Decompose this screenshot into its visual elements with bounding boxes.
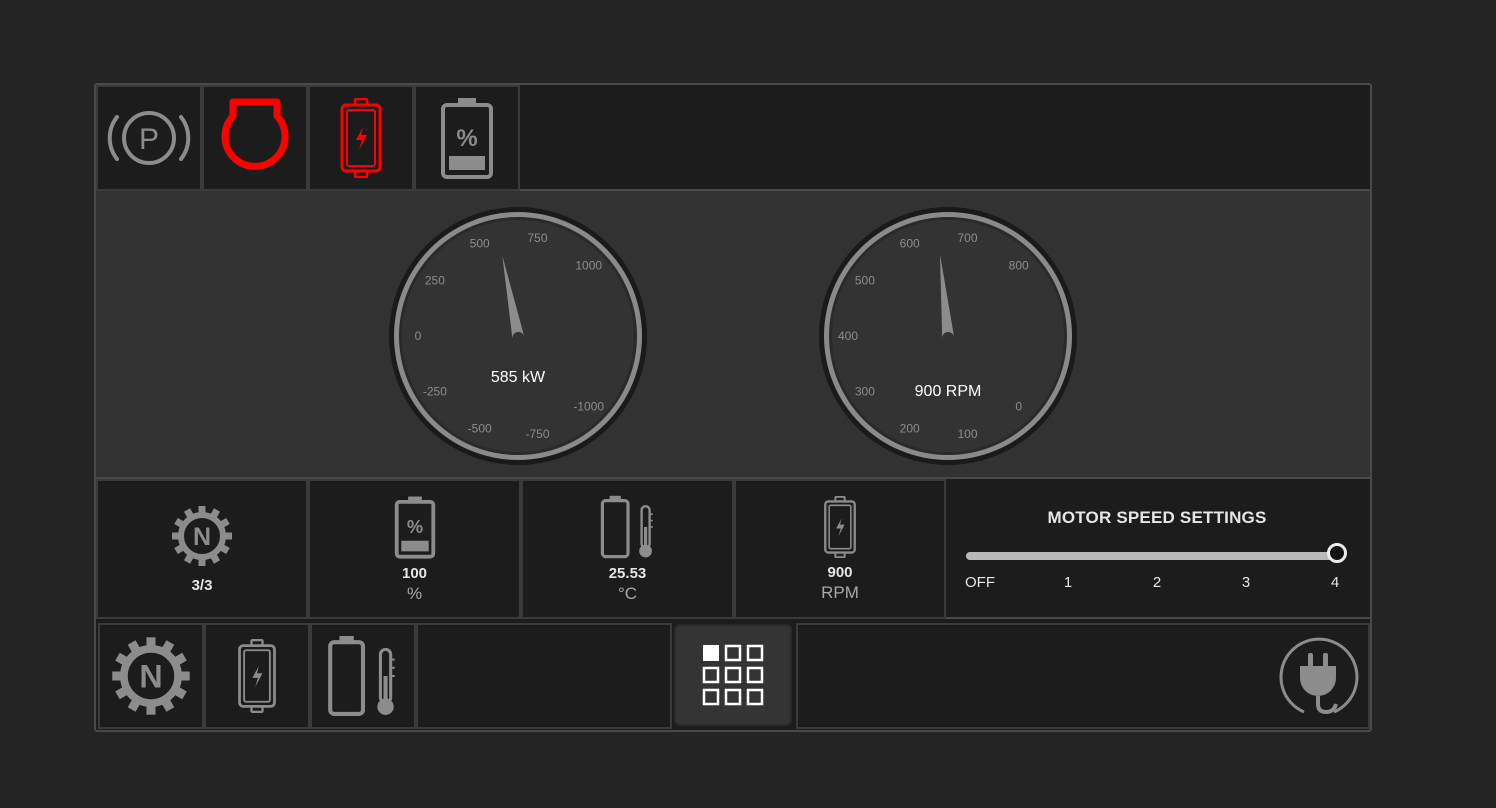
motor-speed-title: MOTOR SPEED SETTINGS xyxy=(1047,508,1267,527)
plug-icon[interactable] xyxy=(1276,634,1360,718)
power-readout: 585 kW xyxy=(491,369,546,386)
bottom-gear-indicator[interactable]: N xyxy=(98,623,204,729)
temperature-value: 25.53 xyxy=(608,564,647,582)
svg-text:%: % xyxy=(456,125,477,152)
power-tick-label: -750 xyxy=(525,427,549,441)
battery-charge-icon xyxy=(824,495,856,558)
engine-warning-indicator xyxy=(202,85,308,191)
rpm-tick-label: 800 xyxy=(1009,258,1029,272)
rpm-tick-label: 0 xyxy=(1015,400,1022,414)
battery-percent-icon: % xyxy=(441,98,493,179)
svg-text:P: P xyxy=(139,123,159,156)
bottom-battery-charge-indicator[interactable] xyxy=(204,623,310,729)
grid-menu-icon xyxy=(702,644,764,706)
rpm-readout: 900 RPM xyxy=(915,383,982,400)
bottom-empty-slot xyxy=(416,623,672,729)
battery-temperature-icon xyxy=(328,636,395,716)
parking-brake-icon: P xyxy=(107,111,191,165)
motor-speed-slider-track[interactable] xyxy=(966,552,1339,560)
bottom-bar: N xyxy=(96,621,1370,732)
neutral-gear-icon: N xyxy=(172,505,232,566)
motor-speed-tick-1: 1 xyxy=(1063,574,1073,591)
power-gauge: -1000 -750 -500 -250 0 250 500 750 1000 585 kW xyxy=(389,207,647,465)
temperature-stat: 25.53 °C xyxy=(521,479,734,619)
motor-speed-slider-knob[interactable] xyxy=(1327,543,1347,563)
gauges-row: -1000 -750 -500 -250 0 250 500 750 1000 585 kW 0… xyxy=(96,191,1370,479)
power-tick-label: -500 xyxy=(468,421,492,435)
power-tick-label: -250 xyxy=(423,385,447,399)
svg-text:N: N xyxy=(139,659,162,695)
power-tick-label: 0 xyxy=(415,329,422,343)
battery-percent-icon: % xyxy=(394,496,435,559)
dashboard-panel: P % -1000 -750 -500 -250 0 250 500 750 1… xyxy=(94,83,1372,732)
motor-speed-tick-3: 3 xyxy=(1241,574,1251,591)
power-tick-label: 750 xyxy=(527,231,547,245)
rpm-tick-label: 100 xyxy=(957,427,977,441)
rpm-stat: 900 RPM xyxy=(734,479,946,619)
gear-stat: N 3/3 xyxy=(96,479,308,619)
motor-speed-tick-2: 2 xyxy=(1152,574,1162,591)
neutral-gear-icon: N xyxy=(112,637,190,715)
svg-text:%: % xyxy=(406,516,422,537)
menu-button[interactable] xyxy=(674,624,792,726)
motor-speed-tick-off: OFF xyxy=(965,574,995,591)
battery-unit: % xyxy=(406,583,423,603)
motor-speed-tick-4: 4 xyxy=(1330,574,1340,591)
warning-lights-row: P % xyxy=(96,85,1370,191)
temperature-unit: °C xyxy=(617,583,638,603)
stats-row: N 3/3 % 100 % 25.53 °C 900 RPM MOTOR SPE… xyxy=(96,479,1370,619)
rpm-value: 900 xyxy=(827,563,853,581)
bottom-temperature-indicator[interactable] xyxy=(310,623,416,729)
rpm-unit: RPM xyxy=(821,582,859,602)
power-tick-label: -1000 xyxy=(573,400,604,414)
battery-charge-icon xyxy=(238,638,276,714)
rpm-tick-label: 400 xyxy=(838,329,858,343)
rpm-tick-label: 600 xyxy=(900,237,920,251)
motor-speed-settings: MOTOR SPEED SETTINGS OFF 1 2 3 4 xyxy=(944,479,1370,619)
gear-value: 3/3 xyxy=(191,576,213,594)
rpm-tick-label: 200 xyxy=(900,421,920,435)
rpm-gauge: 0 100 200 300 400 500 600 700 800 900 RPM xyxy=(819,207,1077,465)
rpm-tick-label: 700 xyxy=(957,231,977,245)
battery-charge-warning-indicator xyxy=(308,85,414,191)
power-tick-label: 250 xyxy=(425,273,445,287)
rpm-tick-label: 300 xyxy=(855,385,875,399)
engine-icon xyxy=(221,98,289,170)
battery-level-indicator: % xyxy=(414,85,520,191)
rpm-tick-label: 500 xyxy=(855,273,875,287)
battery-stat: % 100 % xyxy=(308,479,521,619)
battery-temperature-icon xyxy=(600,495,653,558)
power-tick-label: 500 xyxy=(470,237,490,251)
battery-charge-icon xyxy=(340,98,382,178)
charging-status-area xyxy=(796,623,1370,729)
power-tick-label: 1000 xyxy=(575,258,602,272)
svg-text:N: N xyxy=(193,523,211,551)
battery-value: 100 xyxy=(401,564,428,582)
parking-brake-indicator: P xyxy=(96,85,202,191)
